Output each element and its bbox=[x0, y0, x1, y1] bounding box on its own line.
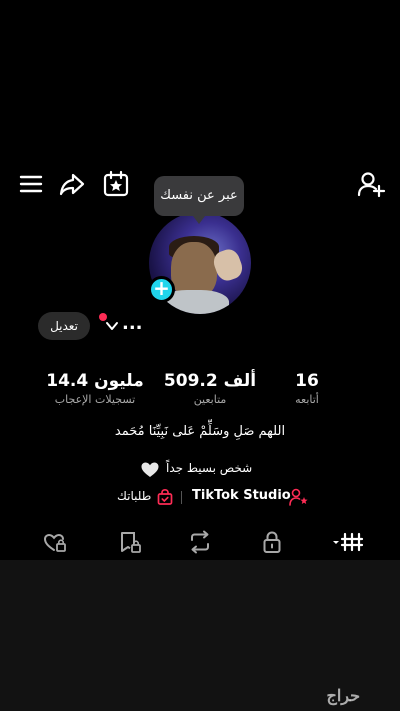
edit-profile-button[interactable]: تعديل bbox=[38, 312, 90, 340]
stat-likes[interactable]: 14.4 مليون تسجيلات الإعجاب bbox=[40, 370, 150, 408]
watermark: حراج bbox=[326, 686, 361, 705]
share-icon[interactable] bbox=[57, 169, 87, 199]
profile-tabs bbox=[0, 527, 400, 557]
tiktok-studio-link[interactable]: TikTok Studio bbox=[192, 488, 291, 503]
links-row: طلباتك TikTok Studio bbox=[0, 488, 400, 508]
followers-count: 509.2 ألف bbox=[163, 371, 257, 391]
add-user-icon[interactable] bbox=[356, 169, 386, 199]
calendar-star-icon[interactable] bbox=[101, 169, 131, 199]
likes-label: تسجيلات الإعجاب bbox=[54, 393, 136, 406]
links-divider bbox=[181, 491, 182, 504]
tab-liked[interactable] bbox=[42, 529, 68, 555]
username[interactable]: ... bbox=[122, 314, 143, 334]
menu-icon[interactable] bbox=[16, 169, 46, 199]
stat-following[interactable]: 16 أتابعه bbox=[282, 370, 332, 408]
studio-icon[interactable] bbox=[289, 488, 309, 506]
stat-followers[interactable]: 509.2 ألف متابعين bbox=[155, 370, 265, 408]
likes-count: 14.4 مليون bbox=[46, 371, 144, 391]
bio-tooltip[interactable]: عبر عن نفسك bbox=[154, 176, 244, 224]
bio-line-2: شخص بسيط جداً bbox=[140, 460, 280, 480]
bio-line-1: اللهم صَلِ وسَلِّمْ عَلى نَبِيِّنَا مُحَ… bbox=[114, 424, 286, 439]
following-count: 16 bbox=[295, 371, 319, 391]
followers-label: متابعين bbox=[193, 393, 227, 406]
following-label: أتابعه bbox=[295, 393, 319, 406]
chevron-down-icon[interactable] bbox=[105, 318, 119, 332]
tab-videos[interactable] bbox=[331, 529, 365, 555]
add-story-button[interactable]: + bbox=[148, 276, 175, 303]
tab-private[interactable] bbox=[259, 529, 285, 555]
tab-reposts[interactable] bbox=[187, 529, 213, 555]
bag-icon[interactable] bbox=[156, 488, 174, 506]
bio-line-2-text: شخص بسيط جداً bbox=[166, 461, 253, 475]
heart-icon bbox=[140, 460, 160, 480]
orders-link[interactable]: طلباتك bbox=[117, 489, 151, 503]
tab-favorites[interactable] bbox=[117, 529, 143, 555]
